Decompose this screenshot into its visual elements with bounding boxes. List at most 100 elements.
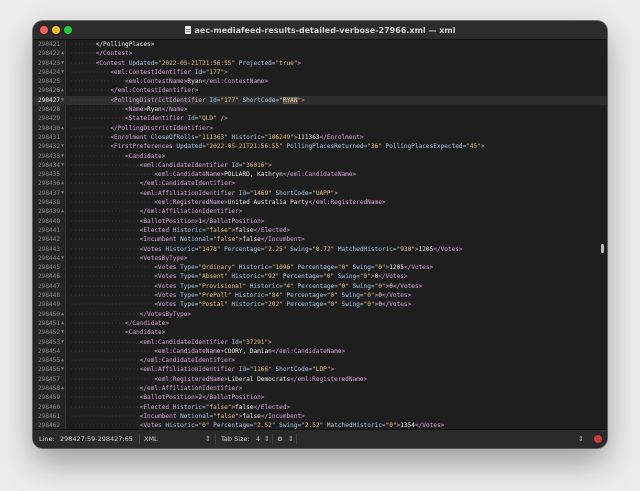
- tab-size-chevron-icon[interactable]: ⇕: [264, 430, 270, 448]
- fold-open-icon[interactable]: ▼: [61, 254, 65, 263]
- fold-close-icon[interactable]: ▲: [61, 86, 65, 95]
- fold-close-icon[interactable]: ▲: [61, 319, 65, 328]
- code-token: </BallotPosition>: [202, 217, 265, 225]
- code-line[interactable]: 298461 ···················<Incumbent Noti…: [33, 412, 607, 421]
- code-line[interactable]: 298459 ···················<BallotPosition…: [33, 393, 607, 402]
- line-number: 298460: [37, 403, 60, 411]
- code-line[interactable]: 298429 ···············<StateIdentifier Id…: [33, 114, 607, 123]
- code-line[interactable]: 298433 ▼ ···············<Candidate>: [33, 152, 607, 161]
- code-token: "0": [359, 273, 371, 281]
- code-line[interactable]: 298445 ·······················<Votes Type…: [33, 263, 607, 272]
- code-token: POLLARD, Kathryn: [224, 171, 283, 179]
- code-line[interactable]: 298442 ···················<Incumbent Noti…: [33, 235, 607, 244]
- syntax-mode-chevron-icon[interactable]: ⇕: [205, 430, 211, 448]
- code-line[interactable]: 298455 ▲ ···················</eml:Candidat…: [33, 356, 607, 365]
- code-token: </eml:CandidateName>: [282, 171, 357, 179]
- code-editor[interactable]: 298421 ·······</PollingPlaces> 298422 ▲ ····…: [33, 40, 607, 438]
- settings-chevron-icon[interactable]: ⇕: [288, 430, 294, 448]
- code-token: "0": [326, 301, 342, 309]
- code-line[interactable]: 298430 ▲ ···········</PollingDistrictIdent…: [33, 124, 607, 133]
- fold-close-icon[interactable]: ▲: [61, 310, 65, 319]
- cursor-position[interactable]: 298427:59-298427:65: [60, 430, 133, 448]
- fold-close-icon[interactable]: ▲: [61, 356, 65, 365]
- code-line[interactable]: 298421 ·······</PollingPlaces>: [33, 40, 607, 49]
- code-line[interactable]: 298460 ···················<Elected Histor…: [33, 403, 607, 412]
- syntax-mode-selector[interactable]: XML: [144, 430, 158, 448]
- code-line[interactable]: 298454 ·······················<eml:Candid…: [33, 347, 607, 356]
- fold-close-icon[interactable]: ▲: [61, 49, 65, 58]
- code-line[interactable]: 298436 ▲ ···················</eml:Candidat…: [33, 179, 607, 188]
- code-token: Percentage=: [297, 264, 338, 272]
- code-line[interactable]: 298432 ▼ ···········<FirstPreferences Upda…: [33, 142, 607, 151]
- fold-open-icon[interactable]: ▼: [61, 96, 65, 105]
- code-token: "0": [337, 282, 353, 290]
- fold-open-icon[interactable]: ▼: [61, 142, 65, 151]
- code-line[interactable]: 298439 ▲ ···················</eml:Affiliat…: [33, 207, 607, 216]
- indent-guide: ·······················: [70, 347, 155, 355]
- fold-open-icon[interactable]: ▼: [61, 189, 65, 198]
- code-line[interactable]: 298425 ···············<eml:ContestName>Ry…: [33, 77, 607, 86]
- code-line[interactable]: 298422 ▲ ·······</Contest>: [33, 49, 607, 58]
- settings-gear-icon[interactable]: ⚙: [277, 430, 283, 448]
- vertical-scrollbar-thumb[interactable]: [601, 244, 604, 253]
- code-line[interactable]: 298448 ·······················<Votes Type…: [33, 291, 607, 300]
- code-line[interactable]: 298446 ·······················<Votes Type…: [33, 272, 607, 281]
- fold-close-icon[interactable]: ▲: [61, 384, 65, 393]
- fold-close-icon[interactable]: ▲: [61, 179, 65, 188]
- fold-open-icon[interactable]: ▼: [61, 68, 65, 77]
- code-token: </Votes>: [392, 282, 423, 290]
- code-line[interactable]: 298426 ▲ ···········</eml:ContestIdentifie…: [33, 86, 607, 95]
- fold-close-icon[interactable]: ▲: [61, 124, 65, 133]
- code-token: "0.72": [312, 245, 338, 253]
- error-indicator-icon[interactable]: [594, 435, 602, 443]
- code-line[interactable]: 298431 ···········<Enrolment CloseOfRolls…: [33, 133, 607, 142]
- code-line[interactable]: 298458 ▲ ···················</eml:Affiliat…: [33, 384, 607, 393]
- line-number: 298442: [37, 236, 60, 244]
- status-divider: [215, 434, 216, 444]
- code-line[interactable]: 298447 ·······················<Votes Type…: [33, 282, 607, 291]
- code-line[interactable]: 298434 ▼ ···················<eml:Candidate…: [33, 161, 607, 170]
- code-line[interactable]: 298427 ▼ ···········<PollingDistrictIdenti…: [33, 95, 607, 106]
- fold-close-icon[interactable]: ▲: [61, 207, 65, 216]
- code-token: 1205: [418, 245, 434, 253]
- indent-guide: ···················: [70, 161, 140, 169]
- fold-open-icon[interactable]: ▼: [61, 161, 65, 170]
- fold-open-icon[interactable]: ▼: [61, 365, 65, 374]
- code-line[interactable]: 298424 ▼ ···········<eml:ContestIdentifier…: [33, 68, 607, 77]
- code-token: Swing=: [341, 292, 364, 300]
- code-line[interactable]: 298444 ▼ ···················<VotesByType>: [33, 254, 607, 263]
- indent-guide: ·······················: [70, 273, 155, 281]
- code-token: "Postal": [198, 301, 232, 309]
- code-line[interactable]: 298428 ···············<Name>Ryan</Name>: [33, 105, 607, 114]
- language-chevron-icon[interactable]: ⇕: [578, 430, 584, 448]
- code-line[interactable]: 298457 ·······················<eml:Regist…: [33, 375, 607, 384]
- fold-open-icon[interactable]: ▼: [61, 152, 65, 161]
- line-number: 298458: [37, 384, 60, 392]
- code-token: >: [224, 68, 228, 76]
- code-line[interactable]: 298438 ·······················<eml:Regist…: [33, 198, 607, 207]
- code-line[interactable]: 298435 ·······················<eml:Candid…: [33, 170, 607, 179]
- code-line[interactable]: 298456 ▼ ···················<eml:Affiliati…: [33, 365, 607, 374]
- code-line[interactable]: 298441 ···················<Elected Histor…: [33, 226, 607, 235]
- fold-open-icon[interactable]: ▼: [61, 59, 65, 68]
- code-line[interactable]: 298443 ···················<Votes Historic…: [33, 245, 607, 254]
- code-token: Historic=: [238, 264, 272, 272]
- tab-size-selector[interactable]: 4: [256, 430, 260, 448]
- code-line[interactable]: 298450 ▲ ···················</VotesByType>: [33, 310, 607, 319]
- code-line[interactable]: 298449 ·······················<Votes Type…: [33, 300, 607, 309]
- code-token: "2022-05-21T21:56:55": [205, 143, 287, 151]
- code-token: <eml:CandidateIdentifier: [139, 338, 232, 346]
- code-token: "930": [396, 245, 415, 253]
- code-line[interactable]: 298440 ···················<BallotPosition…: [33, 217, 607, 226]
- fold-open-icon[interactable]: ▼: [61, 338, 65, 347]
- code-token: <eml:ContestIdentifier: [110, 68, 195, 76]
- code-line[interactable]: 298437 ▼ ···················<eml:Affiliati…: [33, 189, 607, 198]
- code-line[interactable]: 298453 ▼ ···················<eml:Candidate…: [33, 338, 607, 347]
- code-line[interactable]: 298452 ▼ ···············<Candidate>: [33, 328, 607, 337]
- code-token: Historic=: [231, 301, 265, 309]
- code-line[interactable]: 298423 ▼ ·······<Contest Updated="2022-05-…: [33, 59, 607, 68]
- code-line[interactable]: 298451 ▲ ···············</Candidate>: [33, 319, 607, 328]
- fold-open-icon[interactable]: ▼: [61, 328, 65, 337]
- code-text: ·······<Contest Updated="2022-05-21T21:5…: [70, 59, 301, 68]
- code-token: Historic=: [231, 273, 265, 281]
